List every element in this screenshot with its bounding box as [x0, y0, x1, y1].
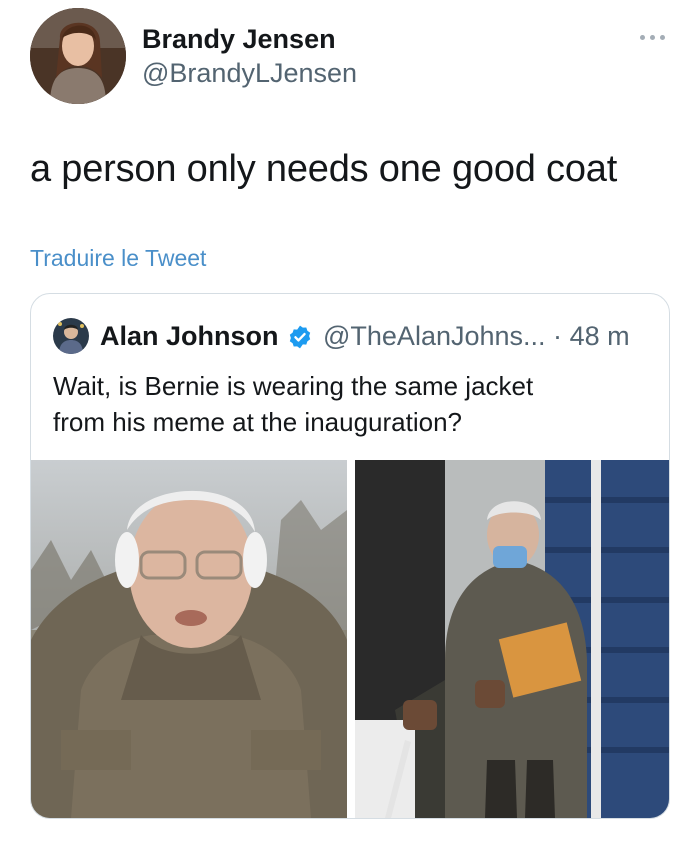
quoted-author-avatar[interactable] [53, 318, 89, 354]
author-name[interactable]: Brandy Jensen [142, 24, 336, 55]
meta-separator: · [553, 321, 563, 351]
more-options-icon[interactable] [640, 30, 668, 44]
quoted-tweet-time[interactable]: 48 m [570, 321, 630, 351]
profile-photo-icon [53, 318, 89, 354]
author-handle[interactable]: @BrandyLJensen [142, 58, 357, 89]
quoted-author-name[interactable]: Alan Johnson [100, 321, 279, 352]
photo-image [355, 460, 669, 818]
media-photo-right[interactable] [355, 460, 669, 818]
photo-image [31, 460, 347, 818]
media-photo-left[interactable] [31, 460, 347, 818]
quoted-tweet-line: from his meme at the inauguration? [53, 407, 462, 437]
author-avatar[interactable] [30, 8, 126, 104]
quoted-tweet-media [31, 460, 669, 818]
quoted-tweet-line: Wait, is Bernie is wearing the same jack… [53, 371, 534, 401]
tweet-text: a person only needs one good coat [30, 148, 618, 190]
profile-photo-icon [30, 8, 126, 104]
quoted-tweet[interactable]: Alan Johnson @TheAlanJohns... · 48 m Wai… [30, 293, 670, 819]
translate-tweet-link[interactable]: Traduire le Tweet [30, 245, 206, 272]
verified-badge-icon [289, 325, 311, 349]
quoted-author-handle[interactable]: @TheAlanJohns... [323, 321, 546, 351]
tweet: Brandy Jensen @BrandyLJensen a person on… [0, 0, 700, 846]
quoted-tweet-text: Wait, is Bernie is wearing the same jack… [53, 368, 653, 440]
quoted-tweet-meta: @TheAlanJohns... · 48 m [323, 321, 630, 352]
